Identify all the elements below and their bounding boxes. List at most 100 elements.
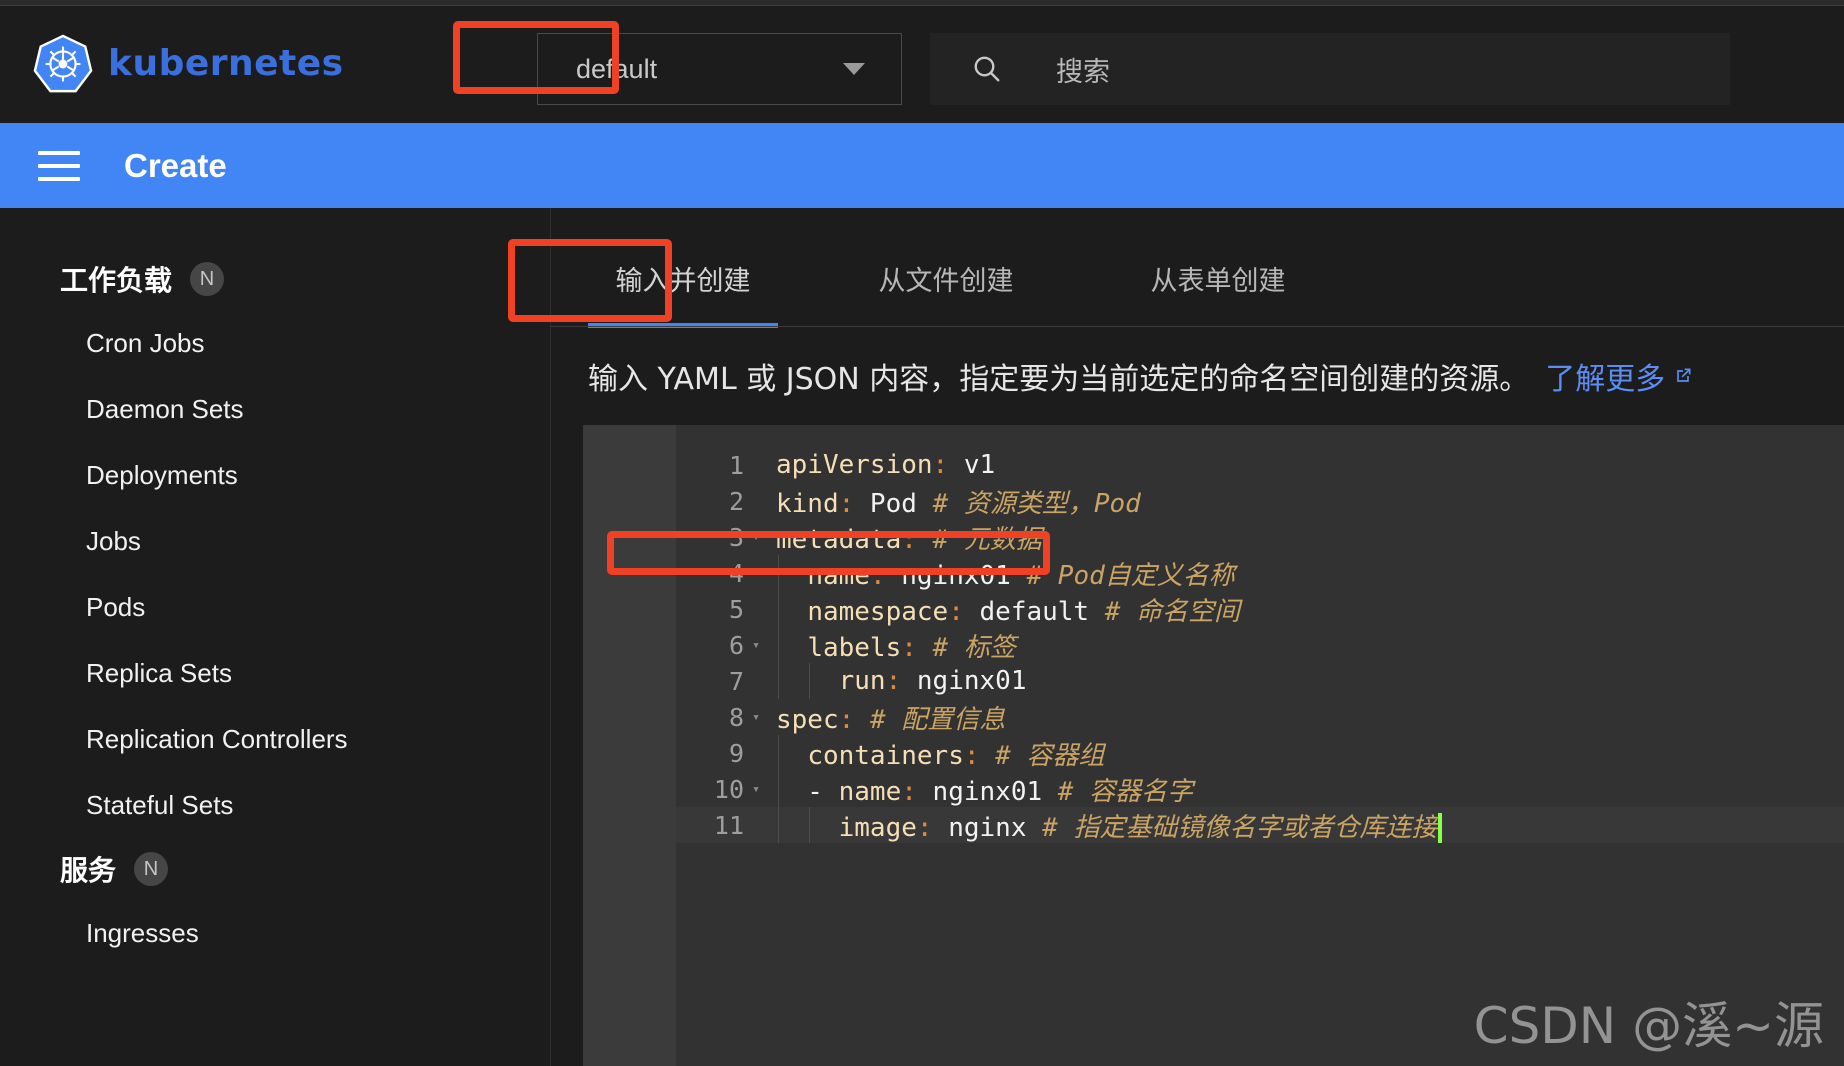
tab-create-from-file[interactable]: 从文件创建 (851, 228, 1041, 328)
code-token-val (776, 597, 807, 627)
indent-guide (778, 627, 779, 663)
code-token-comment: # 配置信息 (869, 704, 1006, 735)
sidebar-item-ingresses[interactable]: Ingresses (0, 900, 550, 966)
code-token-val (776, 633, 807, 663)
code-line-text: apiVersion: v1 (776, 450, 995, 480)
code-token-colon: : (901, 776, 917, 807)
sidebar-item-replica-sets[interactable]: Replica Sets (0, 640, 550, 706)
code-token-comment: # 元数据 (932, 524, 1042, 555)
sidebar-item-label: Stateful Sets (86, 789, 234, 820)
code-line[interactable]: 9 containers: # 容器组 (676, 735, 1844, 771)
tab-create-from-form[interactable]: 从表单创建 (1123, 228, 1313, 328)
code-line[interactable]: 3 ▾ metadata: # 元数据 (676, 519, 1844, 555)
search-icon (974, 56, 1000, 82)
sidebar: 工作负载 N Cron Jobs Daemon Sets Deployments Jobs… (0, 208, 551, 1066)
line-number: 10 (713, 774, 744, 804)
code-token-colon: : (901, 524, 917, 555)
code-token-colon: : (869, 560, 886, 591)
code-token-val (776, 813, 839, 843)
code-token-key: spec (776, 704, 839, 735)
tab-input-and-create[interactable]: 输入并创建 (588, 228, 778, 328)
learn-more-link[interactable]: 了解更多 (1545, 354, 1693, 398)
code-token-val: Pod (854, 488, 933, 519)
tab-label: 输入并创建 (615, 265, 751, 297)
app-root: kubernetes default 搜索 Create 工作负载 N Cron J… (0, 0, 1844, 1066)
line-number: 6 (728, 630, 744, 660)
indent-guide (778, 555, 779, 591)
code-line[interactable]: 4 name: nginx01 # Pod自定义名称 (676, 555, 1844, 591)
code-line[interactable]: 5 namespace: default # 命名空间 (676, 591, 1844, 627)
code-token-colon: : (901, 632, 917, 663)
yaml-editor[interactable]: 1 apiVersion: v1 2 kind: Pod # 资源类型，Pod 3 ▾ me… (583, 425, 1844, 1066)
sidebar-item-label: Replication Controllers (86, 723, 348, 754)
sidebar-item-cron-jobs[interactable]: Cron Jobs (0, 310, 550, 376)
kubernetes-helm-icon (33, 34, 93, 92)
code-line-text: name: nginx01 # Pod自定义名称 (776, 555, 1235, 592)
namespace-select[interactable]: default (537, 33, 902, 105)
sidebar-item-replication-controllers[interactable]: Replication Controllers (0, 706, 550, 772)
code-line[interactable]: 2 kind: Pod # 资源类型，Pod (676, 483, 1844, 519)
editor-description-text: 输入 YAML 或 JSON 内容，指定要为当前选定的命名空间创建的资源。 (588, 362, 1530, 397)
indent-guide (778, 771, 779, 807)
code-token-val (980, 741, 996, 771)
line-number: 1 (728, 450, 744, 480)
app-header: kubernetes default 搜索 (0, 6, 1844, 121)
code-token-val: nginx01 (901, 666, 1027, 696)
brand-name: kubernetes (108, 43, 344, 84)
page-title: Create (124, 146, 227, 184)
sidebar-item-pods[interactable]: Pods (0, 574, 550, 640)
code-token-comment: # 容器名字 (1057, 776, 1194, 807)
code-token-colon: : (916, 812, 933, 843)
code-token-val: nginx01 (916, 776, 1058, 807)
sidebar-item-jobs[interactable]: Jobs (0, 508, 550, 574)
indent-guide (778, 663, 779, 699)
indent-guide (778, 807, 779, 843)
tab-label: 从表单创建 (1150, 265, 1286, 297)
sidebar-item-stateful-sets[interactable]: Stateful Sets (0, 772, 550, 838)
code-line[interactable]: 8 ▾ spec: # 配置信息 (676, 699, 1844, 735)
indent-guide (809, 807, 810, 843)
code-line-text: containers: # 容器组 (776, 735, 1104, 772)
search-input[interactable]: 搜索 (1056, 50, 1110, 89)
fold-toggle-icon[interactable]: ▾ (748, 530, 764, 545)
sidebar-item-daemon-sets[interactable]: Daemon Sets (0, 376, 550, 442)
fold-toggle-icon[interactable]: ▾ (748, 782, 764, 797)
fold-toggle-icon[interactable]: ▾ (748, 710, 764, 725)
search-box[interactable]: 搜索 (930, 33, 1730, 105)
namespace-select-value: default (576, 53, 658, 84)
code-token-val: v1 (948, 450, 996, 480)
chevron-down-icon (843, 63, 865, 75)
tab-bar: 输入并创建 从文件创建 从表单创建 (551, 228, 1844, 328)
code-token-colon: : (838, 704, 855, 735)
editor-description: 输入 YAML 或 JSON 内容，指定要为当前选定的命名空间创建的资源。 了解… (588, 354, 1693, 398)
code-line-text: kind: Pod # 资源类型，Pod (776, 483, 1141, 520)
action-bar: Create (0, 123, 1844, 208)
code-line-text: labels: # 标签 (776, 627, 1016, 664)
code-token-comment: # Pod自定义名称 (1026, 560, 1235, 591)
line-number: 9 (728, 738, 744, 768)
indent-guide (778, 735, 779, 771)
external-link-icon (1677, 368, 1691, 382)
line-number: 4 (728, 558, 744, 588)
sidebar-item-label: Jobs (86, 525, 141, 556)
sidebar-group-title: 服务 (60, 854, 117, 887)
hamburger-menu-icon[interactable] (38, 150, 80, 181)
code-line[interactable]: 10 ▾ - name: nginx01 # 容器名字 (676, 771, 1844, 807)
code-token-comment: # 容器组 (995, 740, 1105, 771)
code-line[interactable]: 6 ▾ labels: # 标签 (676, 627, 1844, 663)
brand[interactable]: kubernetes (32, 33, 344, 95)
code-token-colon: : (932, 450, 949, 480)
code-line[interactable]: 11 image: nginx # 指定基础镜像名字或者仓库连接 (676, 807, 1844, 843)
code-token-colon: : (885, 666, 902, 696)
code-token-colon: : (838, 488, 855, 519)
sidebar-group-title: 工作负载 (60, 264, 173, 297)
sidebar-item-label: Ingresses (86, 917, 199, 948)
code-line[interactable]: 1 apiVersion: v1 (676, 447, 1844, 483)
code-line-text: namespace: default # 命名空间 (776, 591, 1240, 628)
code-line[interactable]: 7 run: nginx01 (676, 663, 1844, 699)
line-number: 8 (728, 702, 744, 732)
sidebar-item-label: Deployments (86, 459, 238, 490)
line-number: 5 (728, 594, 744, 624)
sidebar-item-deployments[interactable]: Deployments (0, 442, 550, 508)
fold-toggle-icon[interactable]: ▾ (748, 638, 764, 653)
